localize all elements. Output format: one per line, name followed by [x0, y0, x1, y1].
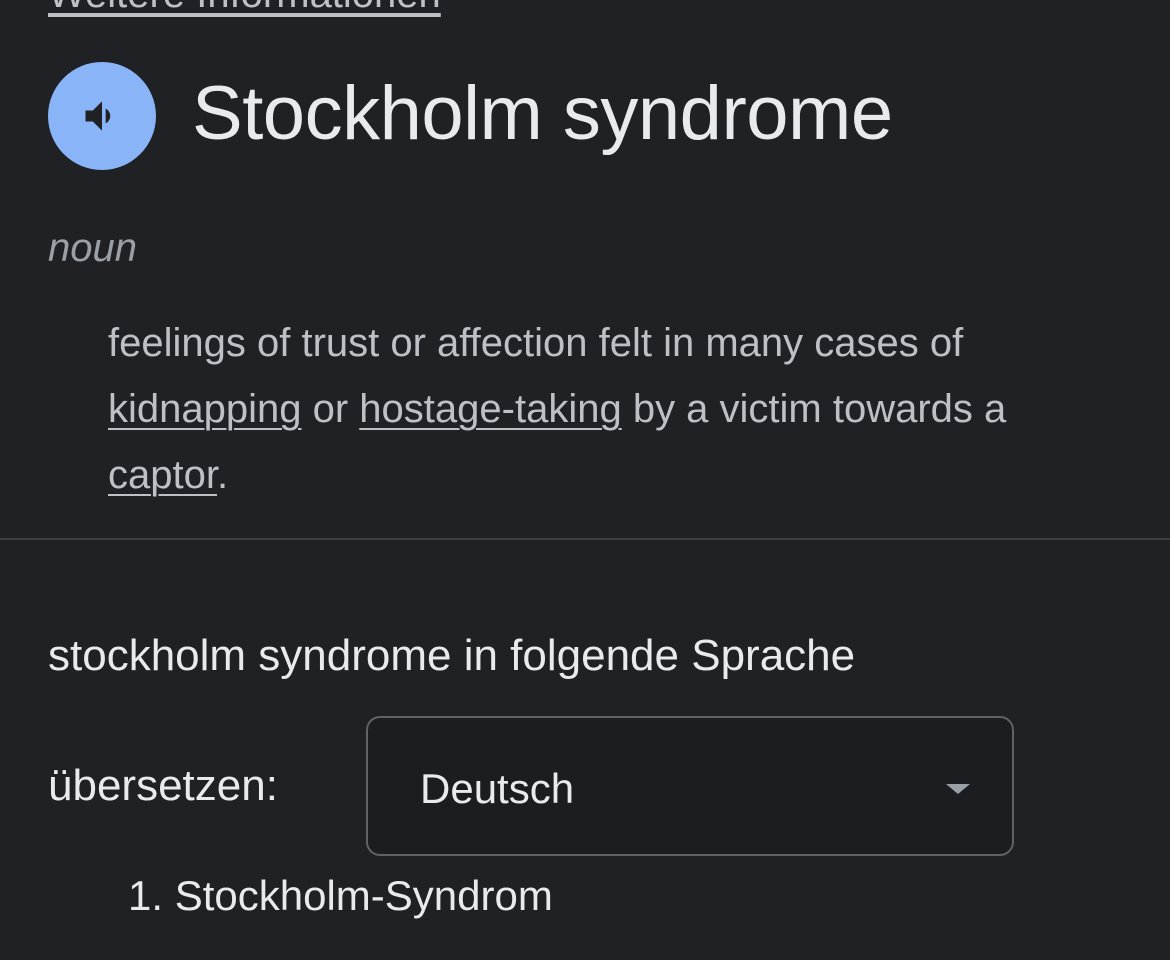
link-hostage-taking[interactable]: hostage-taking	[359, 387, 621, 431]
list-item: 1. Stockholm-Syndrom	[128, 868, 553, 924]
pronunciation-button[interactable]	[48, 62, 156, 170]
link-kidnapping[interactable]: kidnapping	[108, 387, 302, 431]
definition-text: feelings of trust or affection felt in m…	[108, 310, 1118, 508]
more-info-link[interactable]: Weitere Informationen	[48, 0, 441, 17]
result-number: 1.	[128, 872, 164, 919]
definition-text-part: .	[216, 453, 229, 497]
selected-language: Deutsch	[420, 765, 575, 812]
definition-text-part: feelings of trust or affection felt in m…	[108, 321, 964, 365]
speaker-volume-icon	[85, 101, 111, 131]
caret-down-icon	[946, 784, 970, 794]
language-select[interactable]: Deutsch	[366, 716, 1014, 856]
result-text: Stockholm-Syndrom	[174, 872, 553, 919]
translation-heading: stockholm syndrome in folgende Sprache	[48, 631, 856, 680]
translation-results: 1. Stockholm-Syndrom	[128, 868, 553, 924]
definition-text-part: or	[301, 387, 360, 431]
headword: Stockholm syndrome	[192, 71, 893, 156]
link-captor[interactable]: captor	[108, 453, 217, 497]
translation-label: übersetzen:	[48, 761, 278, 810]
section-divider	[0, 538, 1170, 540]
definition-text-part: by a victim towards a	[621, 387, 1007, 431]
part-of-speech: noun	[48, 226, 137, 270]
